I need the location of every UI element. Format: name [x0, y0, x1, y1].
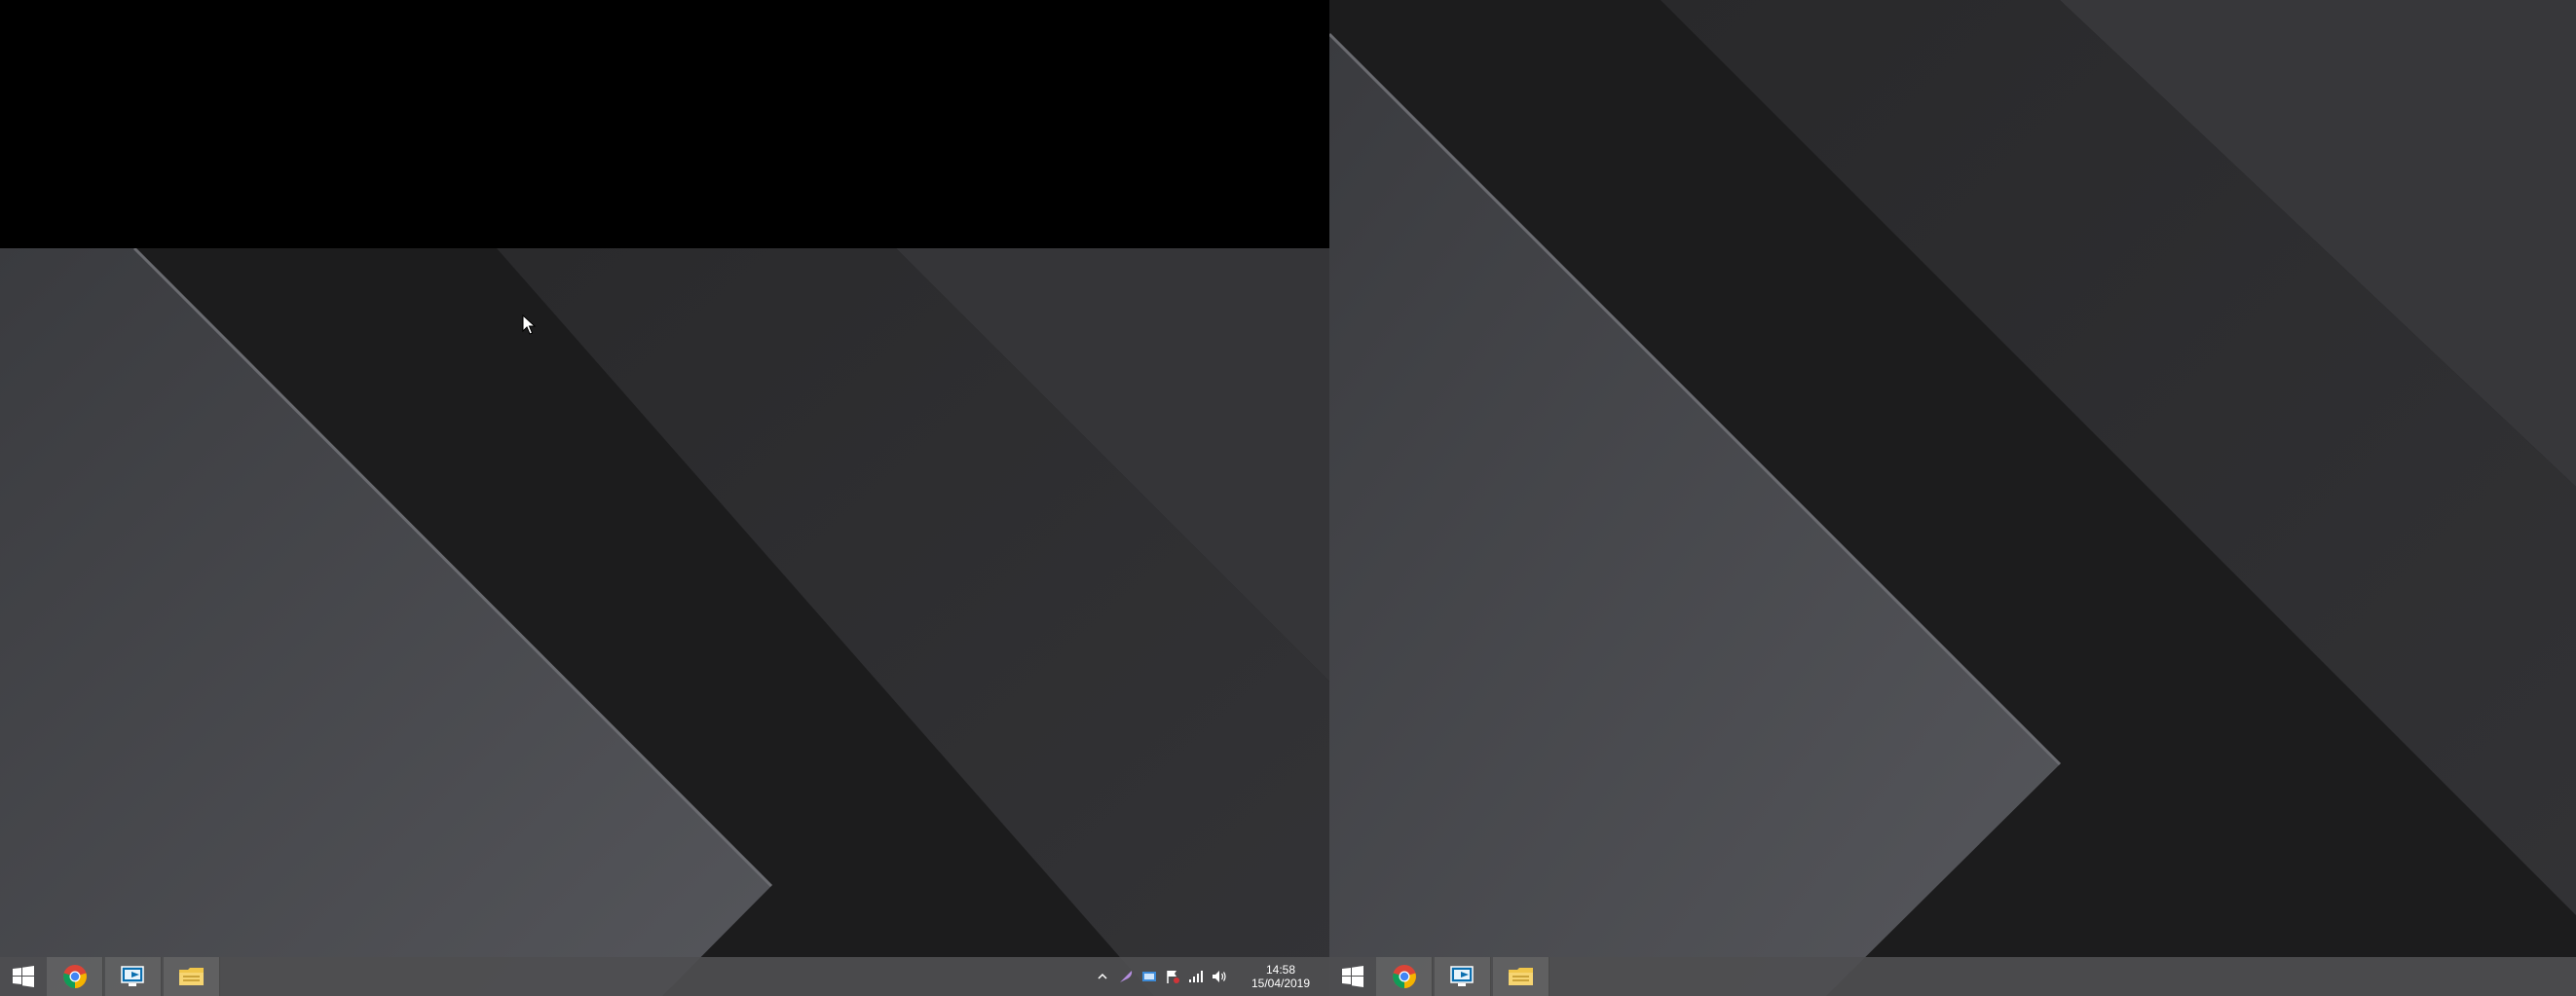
black-overlay-band [0, 0, 1329, 248]
taskbar-right [1329, 957, 2576, 996]
flag-icon [1167, 971, 1179, 983]
chrome-icon [1392, 965, 1416, 988]
network-drive-icon [1142, 972, 1156, 981]
taskbar-chrome-button[interactable] [47, 957, 103, 996]
feather-icon [1120, 971, 1133, 982]
mouse-cursor-icon [522, 314, 537, 335]
network-button[interactable] [1187, 968, 1205, 985]
taskbar-chrome-button[interactable] [1376, 957, 1433, 996]
remote-desktop-icon [1449, 966, 1474, 986]
remote-desktop-icon [120, 966, 144, 986]
tray-network-drive-button[interactable] [1140, 968, 1158, 985]
windows-logo-icon [1342, 966, 1363, 987]
action-center-button[interactable] [1164, 968, 1181, 985]
system-tray: 14:58 15/04/2019 [1094, 957, 1329, 996]
monitor-right-desktop [1329, 0, 2576, 996]
start-button[interactable] [1329, 957, 1376, 996]
show-hidden-icons-button[interactable] [1094, 968, 1111, 985]
monitor-left-desktop: 14:58 15/04/2019 [0, 0, 1329, 996]
chevron-up-icon [1098, 973, 1107, 979]
tray-app-button[interactable] [1117, 968, 1135, 985]
taskbar-clock[interactable]: 14:58 15/04/2019 [1242, 963, 1320, 990]
signal-icon [1189, 971, 1203, 982]
taskbar-remote-desktop-button[interactable] [1435, 957, 1491, 996]
folder-icon [1508, 968, 1533, 985]
start-button[interactable] [0, 957, 47, 996]
clock-date: 15/04/2019 [1251, 977, 1311, 990]
taskbar-file-explorer-button[interactable] [164, 957, 220, 996]
taskbar-file-explorer-button[interactable] [1493, 957, 1549, 996]
chrome-icon [62, 965, 87, 988]
folder-icon [178, 968, 204, 985]
clock-time: 14:58 [1265, 963, 1296, 977]
volume-button[interactable] [1211, 968, 1228, 985]
volume-icon [1213, 971, 1226, 982]
taskbar-left: 14:58 15/04/2019 [0, 957, 1329, 996]
taskbar-remote-desktop-button[interactable] [105, 957, 162, 996]
windows-logo-icon [13, 966, 34, 987]
desktop-wallpaper [1329, 0, 2576, 996]
